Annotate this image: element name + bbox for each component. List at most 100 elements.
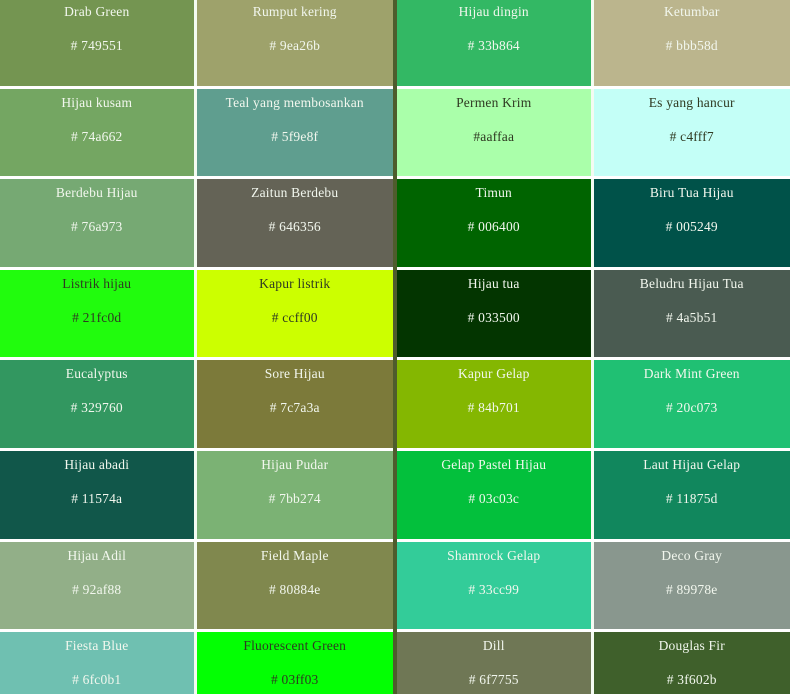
color-swatch-name: Zaitun Berdebu (251, 185, 339, 201)
color-swatch[interactable]: Fluorescent Green # 03ff03 (196, 632, 393, 694)
color-swatch[interactable]: Shamrock Gelap # 33cc99 (397, 541, 594, 630)
color-swatch[interactable]: Es yang hancur # c4fff7 (593, 88, 790, 177)
palette-row: Gelap Pastel Hijau # 03c03c Laut Hijau Gel… (397, 450, 790, 539)
color-swatch[interactable]: Beludru Hijau Tua # 4a5b51 (593, 269, 790, 358)
color-swatch-hex: # 74a662 (71, 128, 123, 144)
color-swatch-hex: # 11574a (71, 490, 123, 506)
color-swatch-hex: # 5f9e8f (271, 128, 319, 144)
color-swatch[interactable]: Dill # 6f7755 (397, 632, 594, 694)
color-swatch-hex: # 80884e (269, 581, 321, 597)
color-swatch-name: Ketumbar (663, 4, 720, 19)
color-swatch[interactable]: Teal yang membosankan # 5f9e8f (196, 88, 393, 177)
color-swatch-hex: # c4fff7 (669, 128, 714, 144)
color-swatch-hex: # 005249 (665, 219, 718, 235)
color-swatch[interactable]: Biru Tua Hijau # 005249 (593, 179, 790, 267)
color-swatch[interactable]: Hijau tua # 033500 (397, 269, 594, 358)
color-swatch-hex: # 33cc99 (468, 581, 520, 597)
color-swatch-name: Sore Hijau (264, 366, 325, 382)
color-swatch[interactable]: Eucalyptus # 329760 (0, 360, 197, 448)
color-swatch[interactable]: Field Maple # 80884e (196, 541, 393, 630)
color-swatch[interactable]: Zaitun Berdebu # 646356 (196, 179, 393, 267)
color-swatch-hex: # 03c03c (468, 490, 520, 506)
color-swatch[interactable]: Hijau abadi # 11574a (0, 450, 197, 539)
color-swatch[interactable]: Kapur Gelap # 84b701 (397, 360, 594, 448)
color-swatch-name: Listrik hijau (62, 275, 132, 291)
color-swatch-hex: # 21fc0d (72, 309, 122, 325)
color-swatch[interactable]: Kapur listrik # ccff00 (196, 269, 393, 358)
color-swatch-name: Hijau tua (467, 275, 520, 291)
palette-table-left: Drab Green # 749551 Rumput kering # 9ea26b H… (0, 0, 393, 694)
color-swatch[interactable]: Ketumbar # bbb58d (593, 0, 790, 86)
color-swatch[interactable]: Listrik hijau # 21fc0d (0, 269, 197, 358)
color-swatch-name: Field Maple (260, 547, 329, 563)
color-swatch-hex: # 76a973 (71, 219, 123, 235)
color-swatch-hex: # 033500 (467, 309, 520, 325)
palette-row: Hijau Adil # 92af88 Field Maple # 80884e (0, 541, 393, 630)
palette-row: Permen Krim #aaffaa Es yang hancur # c4fff7 (397, 88, 790, 177)
color-swatch-name: Dark Mint Green (643, 366, 740, 382)
color-swatch-hex: # 11875d (665, 490, 718, 506)
color-swatch-hex: # 6f7755 (468, 672, 519, 688)
color-swatch-hex: # 646356 (268, 219, 321, 235)
color-swatch-name: Kapur listrik (259, 275, 331, 291)
color-swatch[interactable]: Douglas Fir # 3f602b (593, 632, 790, 694)
color-swatch[interactable]: Laut Hijau Gelap # 11875d (593, 450, 790, 539)
color-swatch-hex: # 4a5b51 (666, 309, 718, 325)
palette-row: Hijau kusam # 74a662 Teal yang membosankan… (0, 88, 393, 177)
color-swatch-hex: # 84b701 (467, 400, 520, 416)
color-swatch-name: Gelap Pastel Hijau (441, 456, 547, 472)
color-swatch[interactable]: Fiesta Blue # 6fc0b1 (0, 632, 197, 694)
palette-row: Dill # 6f7755 Douglas Fir # 3f602b (397, 632, 790, 694)
color-swatch-name: Laut Hijau Gelap (643, 456, 741, 472)
color-swatch-name: Timun (475, 185, 513, 201)
color-swatch-name: Shamrock Gelap (447, 547, 541, 563)
color-swatch-hex: # 006400 (467, 219, 520, 235)
color-swatch-name: Douglas Fir (658, 638, 725, 654)
color-swatch-hex: # 03ff03 (271, 672, 319, 688)
color-swatch[interactable]: Hijau dingin # 33b864 (397, 0, 594, 86)
palette-row: Listrik hijau # 21fc0d Kapur listrik # ccff… (0, 269, 393, 358)
color-swatch[interactable]: Rumput kering # 9ea26b (196, 0, 393, 86)
color-swatch[interactable]: Hijau kusam # 74a662 (0, 88, 197, 177)
palette-row: Fiesta Blue # 6fc0b1 Fluorescent Green # 03… (0, 632, 393, 694)
color-swatch-hex: # 89978e (666, 581, 718, 597)
color-swatch[interactable]: Sore Hijau # 7c7a3a (196, 360, 393, 448)
color-swatch-hex: # 92af88 (72, 581, 122, 597)
palette-table-right: Hijau dingin # 33b864 Ketumbar # bbb58d Perm… (397, 0, 790, 694)
color-swatch-name: Es yang hancur (648, 94, 735, 110)
color-swatch[interactable]: Timun # 006400 (397, 179, 594, 267)
color-swatch-name: Fluorescent Green (243, 638, 347, 654)
color-swatch[interactable]: Hijau Adil # 92af88 (0, 541, 197, 630)
color-swatch-name: Hijau dingin (458, 4, 529, 19)
palette-row: Eucalyptus # 329760 Sore Hijau # 7c7a3a (0, 360, 393, 448)
color-swatch-name: Biru Tua Hijau (649, 185, 734, 201)
color-swatch-hex: # 7bb274 (268, 490, 321, 506)
palette-row: Hijau tua # 033500 Beludru Hijau Tua # 4a5b… (397, 269, 790, 358)
color-swatch[interactable]: Gelap Pastel Hijau # 03c03c (397, 450, 594, 539)
color-swatch-hex: # 6fc0b1 (72, 672, 122, 688)
color-swatch[interactable]: Hijau Pudar # 7bb274 (196, 450, 393, 539)
color-swatch-name: Eucalyptus (65, 366, 128, 382)
color-swatch-hex: # 329760 (70, 400, 123, 416)
color-swatch-name: Rumput kering (252, 4, 337, 19)
color-swatch[interactable]: Deco Gray # 89978e (593, 541, 790, 630)
color-swatch-hex: # 749551 (70, 38, 123, 53)
palette-row: Berdebu Hijau # 76a973 Zaitun Berdebu # 646… (0, 179, 393, 267)
color-swatch[interactable]: Permen Krim #aaffaa (397, 88, 594, 177)
color-swatch-name: Fiesta Blue (65, 638, 129, 654)
color-swatch-name: Kapur Gelap (457, 366, 530, 382)
color-swatch[interactable]: Berdebu Hijau # 76a973 (0, 179, 197, 267)
palette-row: Timun # 006400 Biru Tua Hijau # 005249 (397, 179, 790, 267)
color-swatch[interactable]: Drab Green # 749551 (0, 0, 197, 86)
color-swatch-name: Berdebu Hijau (55, 185, 138, 201)
color-swatch[interactable]: Dark Mint Green # 20c073 (593, 360, 790, 448)
color-swatch-name: Deco Gray (661, 547, 723, 563)
palette-row: Drab Green # 749551 Rumput kering # 9ea26b (0, 0, 393, 86)
color-swatch-name: Hijau kusam (61, 94, 133, 110)
color-swatch-name: Teal yang membosankan (225, 94, 364, 110)
color-swatch-hex: # 7c7a3a (269, 400, 320, 416)
color-swatch-hex: # ccff00 (271, 309, 318, 325)
color-swatch-name: Hijau abadi (64, 456, 130, 472)
color-swatch-name: Beludru Hijau Tua (639, 275, 744, 291)
color-swatch-name: Permen Krim (456, 94, 532, 110)
